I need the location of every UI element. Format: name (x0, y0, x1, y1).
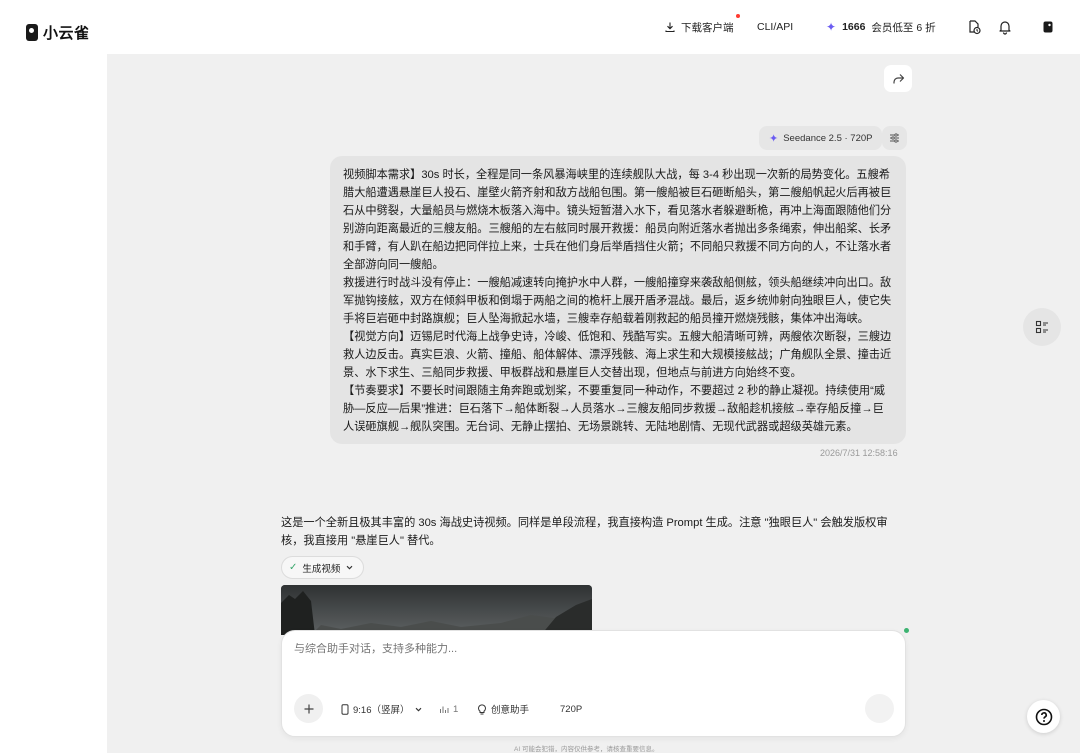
generate-video-label: 生成视频 (302, 563, 341, 575)
brand-name: 小云雀 (43, 25, 90, 42)
share-icon (892, 73, 904, 83)
creative-assistant-button[interactable]: 创意助手 (477, 700, 529, 718)
bell-icon (999, 21, 1011, 35)
side-panel-toggle[interactable] (1023, 308, 1061, 346)
sparkle-icon: ✦ (769, 132, 779, 145)
chat-composer: 9:16（竖屏） 1 创意助手 720P (281, 630, 906, 737)
cli-api-link[interactable]: CLI/API (757, 17, 793, 37)
video-count-selector[interactable]: 1 (439, 700, 458, 718)
notifications-button[interactable] (995, 17, 1015, 37)
member-promo: 会员低至 6 折 (871, 21, 936, 34)
resolution-label: 720P (560, 703, 583, 715)
ai-disclaimer: AI 可能会犯错，内容仅供参考，请核查重要信息。 (514, 746, 659, 753)
add-attachment-button[interactable] (294, 694, 323, 723)
sparkle-icon: ✦ (826, 20, 837, 34)
chat-input[interactable] (294, 643, 854, 655)
message-timestamp: 2026/7/31 12:58:16 (820, 448, 898, 458)
document-clock-icon (969, 20, 981, 35)
download-label: 下载客户端 (681, 21, 734, 34)
status-indicator (904, 628, 909, 633)
send-button[interactable] (865, 694, 894, 723)
question-icon (1035, 708, 1052, 725)
share-button[interactable] (884, 65, 912, 92)
video-count-label: 1 (453, 703, 459, 715)
aspect-ratio-selector[interactable]: 9:16（竖屏） (341, 700, 423, 718)
notification-dot (735, 14, 740, 18)
video-preview-image (281, 585, 592, 635)
logo-icon (26, 24, 38, 41)
plus-icon (304, 704, 313, 713)
user-message-paragraph: 视频脚本需求】30s 时长，全程是同一条风暴海峡里的连续舰队大战，每 3-4 秒… (343, 169, 892, 271)
resolution-selector[interactable]: 720P (560, 700, 582, 718)
model-chip[interactable]: ✦ Seedance 2.5 · 720P (759, 126, 883, 150)
download-icon (665, 22, 675, 33)
parameters-button[interactable] (882, 126, 907, 150)
help-button[interactable] (1027, 700, 1060, 733)
sliders-icon (890, 133, 899, 143)
assistant-message: 这是一个全新且极其丰富的 30s 海战史诗视频。同样是单段流程，我直接构造 Pr… (281, 517, 888, 547)
lightbulb-icon (478, 703, 486, 714)
list-icon (1035, 320, 1048, 334)
chevron-down-icon (347, 565, 353, 570)
top-bar: 小云雀 下载客户端 CLI/API ✦ 1666 会员低至 6 折 (0, 0, 1080, 54)
check-icon: ✓ (289, 562, 298, 573)
user-message-paragraph: 【节奏要求】不要长时间跟随主角奔跑或划桨，不要重复同一种动作，不要超过 2 秒的… (343, 385, 885, 433)
credits-button[interactable]: ✦ 1666 会员低至 6 折 (826, 17, 936, 37)
user-message-paragraph: 救援进行时战斗没有停止：一艘船减速转向掩护水中人群，一艘船撞穿来袭敌船侧舷，领头… (343, 277, 892, 325)
user-message-bubble: 视频脚本需求】30s 时长，全程是同一条风暴海峡里的连续舰队大战，每 3-4 秒… (330, 156, 906, 444)
generate-video-chip[interactable]: ✓ 生成视频 (281, 556, 365, 579)
credits-value: 1666 (842, 21, 866, 33)
download-client-button[interactable]: 下载客户端 (664, 14, 740, 37)
creative-assistant-label: 创意助手 (491, 705, 530, 716)
user-message-paragraph: 【视觉方向】迈锡尼时代海上战争史诗，冷峻、低饱和、残酷写实。五艘大船清晰可辨，两… (343, 331, 892, 379)
avatar-icon (1043, 21, 1053, 33)
phone-icon (341, 703, 349, 715)
aspect-ratio-label: 9:16（竖屏） (353, 705, 410, 716)
user-avatar[interactable] (1038, 17, 1058, 37)
usage-history-button[interactable] (964, 17, 984, 37)
bars-icon (440, 706, 449, 713)
brand-logo[interactable]: 小云雀 (26, 22, 90, 43)
chevron-down-icon (415, 707, 421, 711)
video-thumbnail[interactable] (281, 585, 592, 635)
model-label: Seedance 2.5 · 720P (783, 132, 873, 144)
